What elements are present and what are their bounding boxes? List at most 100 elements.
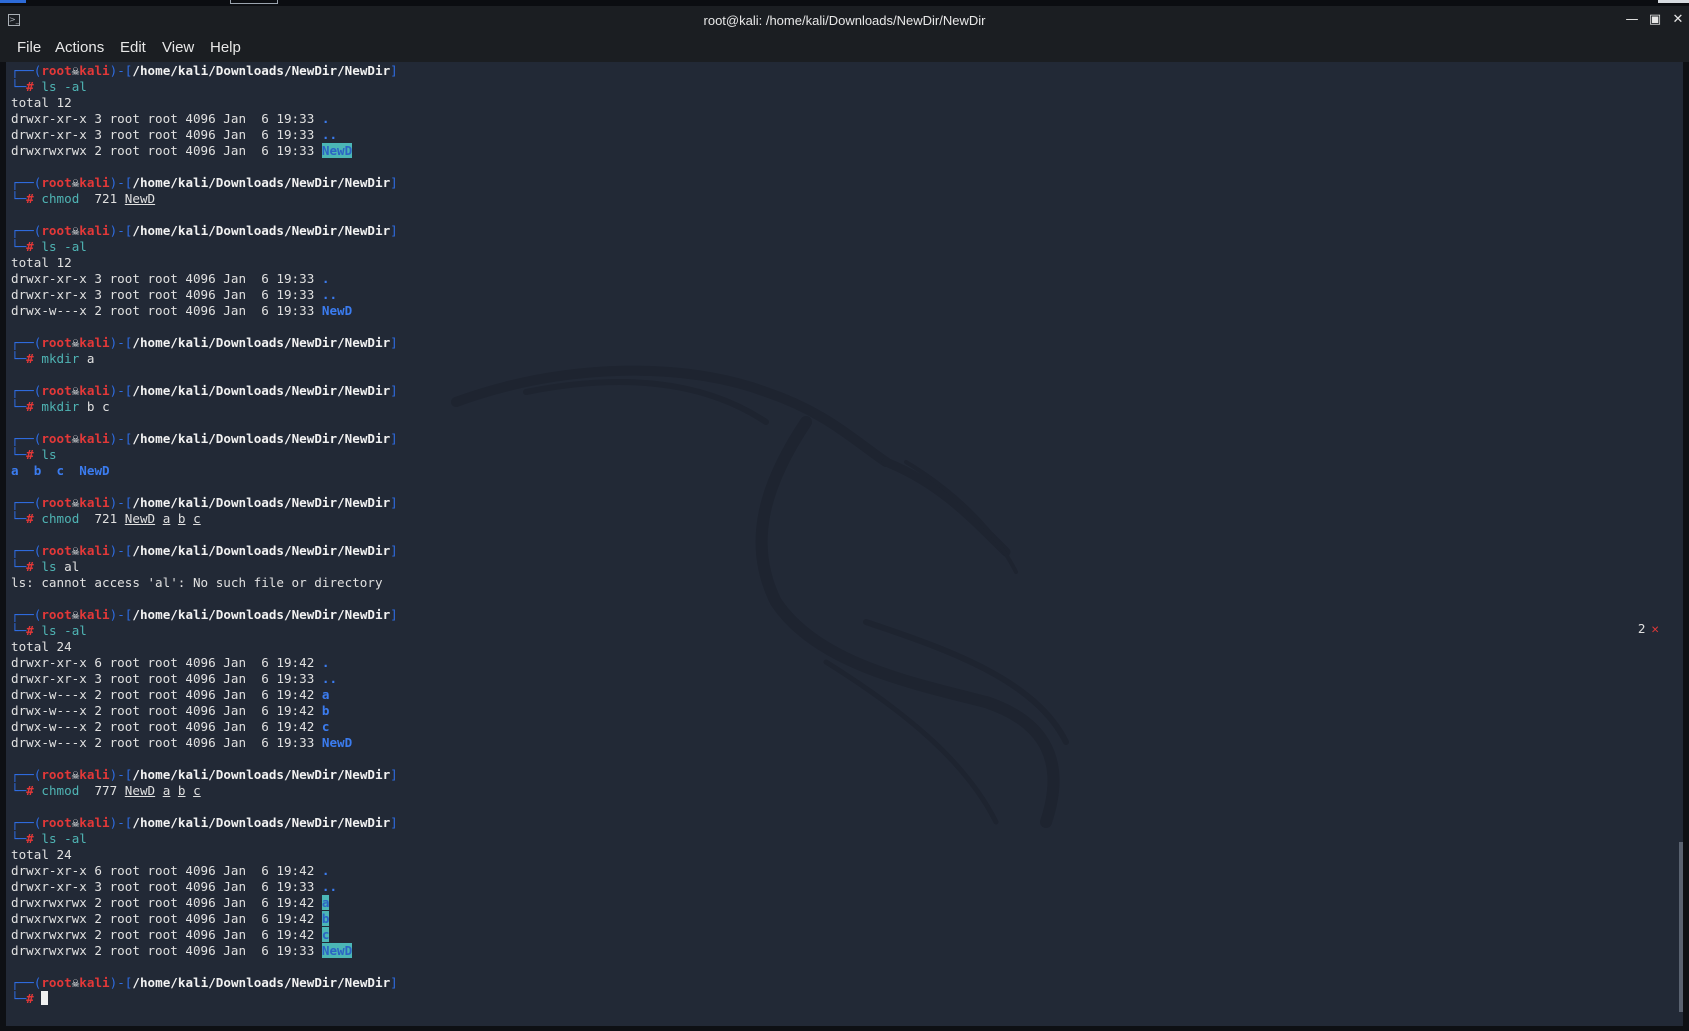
dir-entry: . <box>321 655 330 670</box>
close-icon[interactable]: ✕ <box>1670 12 1686 28</box>
maximize-icon[interactable]: ▣ <box>1647 12 1663 28</box>
prompt-symbol: # <box>26 559 34 574</box>
menu-file[interactable]: File <box>17 39 41 56</box>
window-title: root@kali: /home/kali/Downloads/NewDir/N… <box>703 13 986 28</box>
prompt-line: ┌──(root☠kali)-[/home/kali/Downloads/New… <box>11 335 398 351</box>
prompt-corner: └─ <box>11 447 27 462</box>
command-arg: b <box>177 511 186 526</box>
prompt-close: ] <box>390 63 398 78</box>
prompt-corner: └─ <box>11 559 27 574</box>
output-line: drwxr-xr-x 6 root root 4096 Jan 6 19:42 … <box>11 863 398 879</box>
dir-entry: . <box>321 111 330 126</box>
prompt-mid: )-[ <box>109 767 133 782</box>
prompt-close: ] <box>390 223 398 238</box>
scrollbar[interactable] <box>1679 842 1683 1012</box>
dir-entry: NewD <box>321 303 353 318</box>
output-text: drwxrwxrwx 2 root root 4096 Jan 6 19:33 <box>11 943 322 958</box>
dir-entry: .. <box>321 127 338 142</box>
terminal-output: ┌──(root☠kali)-[/home/kali/Downloads/New… <box>11 63 398 1007</box>
output-text: drwxr-xr-x 3 root root 4096 Jan 6 19:33 <box>11 127 322 142</box>
output-text: drwx-w---x 2 root root 4096 Jan 6 19:42 <box>11 719 322 734</box>
dir-entry: NewD <box>321 735 353 750</box>
prompt-mid: )-[ <box>109 175 133 190</box>
prompt-corner: └─ <box>11 191 27 206</box>
prompt-path: /home/kali/Downloads/NewDir/NewDir <box>132 383 391 398</box>
prompt-mid: )-[ <box>109 223 133 238</box>
output-line: ls: cannot access 'al': No such file or … <box>11 575 398 591</box>
output-text: drwxrwxrwx 2 root root 4096 Jan 6 19:42 <box>11 895 322 910</box>
prompt-open: ┌──( <box>11 175 42 190</box>
output-text: ls: cannot access 'al': No such file or … <box>11 575 383 590</box>
prompt-open: ┌──( <box>11 223 42 238</box>
prompt-corner: └─ <box>11 831 27 846</box>
output-line: drwxrwxrwx 2 root root 4096 Jan 6 19:42 … <box>11 927 398 943</box>
minimize-icon[interactable]: — <box>1624 12 1640 28</box>
prompt-open: ┌──( <box>11 63 42 78</box>
prompt-host: kali <box>79 543 110 558</box>
command-name: ls <box>41 623 57 638</box>
command-name: ls <box>41 831 57 846</box>
dir-entry: NewD <box>321 143 353 158</box>
menu-edit[interactable]: Edit <box>120 39 146 56</box>
panel-edge <box>1658 0 1689 3</box>
prompt-host: kali <box>79 767 110 782</box>
output-line: total 24 <box>11 639 398 655</box>
prompt-user: root <box>41 495 72 510</box>
text-cursor <box>41 991 49 1005</box>
prompt-corner: └─ <box>11 399 27 414</box>
prompt-path: /home/kali/Downloads/NewDir/NewDir <box>132 815 391 830</box>
dir-entry: b <box>321 911 330 926</box>
prompt-symbol: # <box>26 447 34 462</box>
prompt-corner: └─ <box>11 351 27 366</box>
prompt-user: root <box>41 975 72 990</box>
prompt-user: root <box>41 767 72 782</box>
prompt-line: ┌──(root☠kali)-[/home/kali/Downloads/New… <box>11 223 398 239</box>
output-text: drwxr-xr-x 3 root root 4096 Jan 6 19:33 <box>11 671 322 686</box>
dir-entry: b <box>321 703 330 718</box>
close-x-icon[interactable]: ✕ <box>1651 621 1659 636</box>
dir-entry: .. <box>321 671 338 686</box>
command-line: └─# mkdir a <box>11 351 398 367</box>
prompt-line: ┌──(root☠kali)-[/home/kali/Downloads/New… <box>11 975 398 991</box>
menu-help[interactable]: Help <box>210 39 241 56</box>
output-line: drwx-w---x 2 root root 4096 Jan 6 19:42 … <box>11 703 398 719</box>
prompt-host: kali <box>79 607 110 622</box>
prompt-path: /home/kali/Downloads/NewDir/NewDir <box>132 175 391 190</box>
workspace-indicator[interactable] <box>0 0 26 3</box>
prompt-mid: )-[ <box>109 431 133 446</box>
output-line: total 24 <box>11 847 398 863</box>
prompt-open: ┌──( <box>11 815 42 830</box>
prompt-corner: └─ <box>11 79 27 94</box>
menu-actions[interactable]: Actions <box>55 39 104 56</box>
prompt-symbol: # <box>26 511 34 526</box>
command-arg: a <box>86 351 95 366</box>
output-text: drwx-w---x 2 root root 4096 Jan 6 19:33 <box>11 735 322 750</box>
command-arg: NewD <box>124 783 156 798</box>
command-name: mkdir <box>41 399 80 414</box>
command-arg: b <box>177 783 186 798</box>
prompt-host: kali <box>79 223 110 238</box>
prompt-close: ] <box>390 335 398 350</box>
dir-entry: NewD <box>321 943 353 958</box>
command-name: ls <box>41 559 57 574</box>
terminal-area[interactable]: ┌──(root☠kali)-[/home/kali/Downloads/New… <box>6 62 1683 1026</box>
prompt-path: /home/kali/Downloads/NewDir/NewDir <box>132 607 391 622</box>
prompt-line: ┌──(root☠kali)-[/home/kali/Downloads/New… <box>11 815 398 831</box>
menu-view[interactable]: View <box>162 39 194 56</box>
output-line: drwx-w---x 2 root root 4096 Jan 6 19:42 … <box>11 687 398 703</box>
command-arg: a <box>162 783 171 798</box>
output-line: total 12 <box>11 95 398 111</box>
prompt-line: ┌──(root☠kali)-[/home/kali/Downloads/New… <box>11 63 398 79</box>
status-indicator: 2 ✕ <box>1638 621 1659 636</box>
command-line: └─# chmod 777 NewD a b c <box>11 783 398 799</box>
prompt-path: /home/kali/Downloads/NewDir/NewDir <box>132 975 391 990</box>
prompt-path: /home/kali/Downloads/NewDir/NewDir <box>132 335 391 350</box>
command-arg: 777 <box>94 783 118 798</box>
dir-entry: .. <box>321 879 338 894</box>
output-text: drwxrwxrwx 2 root root 4096 Jan 6 19:33 <box>11 143 322 158</box>
prompt-mid: )-[ <box>109 63 133 78</box>
prompt-open: ┌──( <box>11 495 42 510</box>
